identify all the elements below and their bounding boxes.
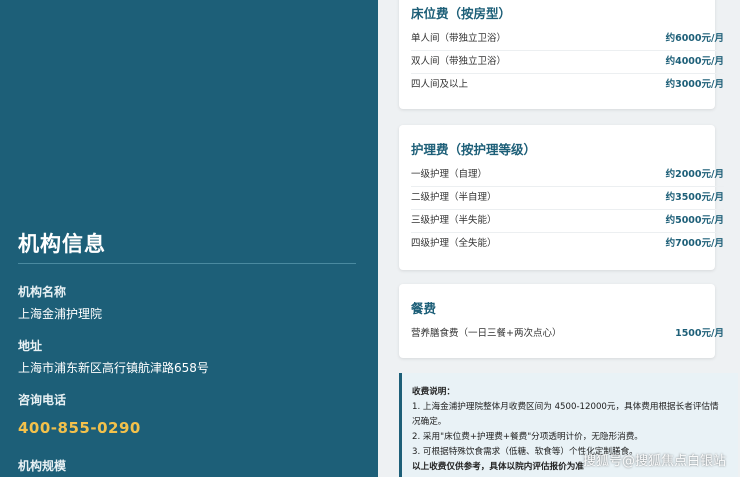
fee-row: 四级护理（全失能） 约7000元/月 <box>411 232 724 255</box>
fee-row: 营养膳食费（一日三餐+两次点心） 1500元/月 <box>411 322 724 345</box>
fee-item-price: 约3000元/月 <box>665 79 724 90</box>
notice-line: 况确定。 <box>412 417 447 427</box>
info-heading: 机构信息 <box>18 232 106 256</box>
name-label: 机构名称 <box>18 285 67 299</box>
notice-disclaimer: 以上收费仅供参考，具体以院内评估报价为准 <box>412 462 584 472</box>
fee-row: 单人间（带独立卫浴） 约6000元/月 <box>411 27 724 51</box>
fee-panel: 床位费（按房型） 单人间（带独立卫浴） 约6000元/月 双人间（带独立卫浴） … <box>378 0 740 477</box>
address-value: 上海市浦东新区高行镇航津路658号 <box>18 361 209 375</box>
fee-row: 四人间及以上 约3000元/月 <box>411 73 724 96</box>
meal-fee-title: 餐费 <box>411 301 437 316</box>
fee-item-price: 约7000元/月 <box>665 238 724 249</box>
fee-item-name: 四级护理（全失能） <box>411 238 497 249</box>
fee-item-price: 1500元/月 <box>675 328 724 339</box>
fee-item-name: 二级护理（半自理） <box>411 192 497 203</box>
notice-line: 2. 采用"床位费+护理费+餐费"分项透明计价，无隐形消费。 <box>412 432 643 442</box>
institution-info-panel: 机构信息 机构名称 上海金浦护理院 地址 上海市浦东新区高行镇航津路658号 咨… <box>0 0 378 477</box>
fee-row: 二级护理（半自理） 约3500元/月 <box>411 186 724 210</box>
fee-item-name: 四人间及以上 <box>411 79 469 90</box>
heading-divider <box>18 263 356 264</box>
fee-row: 双人间（带独立卫浴） 约4000元/月 <box>411 50 724 74</box>
watermark: 搜狐号@搜狐焦点白银站 <box>582 454 726 469</box>
fee-row: 三级护理（半失能） 约5000元/月 <box>411 209 724 233</box>
fee-item-name: 双人间（带独立卫浴） <box>411 56 507 67</box>
fee-row: 一级护理（自理） 约2000元/月 <box>411 163 724 187</box>
fee-item-price: 约3500元/月 <box>665 192 724 203</box>
bed-fee-card: 床位费（按房型） 单人间（带独立卫浴） 约6000元/月 双人间（带独立卫浴） … <box>399 0 724 109</box>
fee-item-price: 约5000元/月 <box>665 215 724 226</box>
fee-item-name: 营养膳食费（一日三餐+两次点心） <box>411 328 562 339</box>
meal-fee-card: 餐费 营养膳食费（一日三餐+两次点心） 1500元/月 <box>399 284 724 358</box>
care-fee-title: 护理费（按护理等级） <box>411 142 537 157</box>
fee-item-name: 单人间（带独立卫浴） <box>411 33 507 44</box>
phone-value[interactable]: 400-855-0290 <box>18 419 141 437</box>
fee-item-price: 约6000元/月 <box>665 33 724 44</box>
notice-line: 1. 上海金浦护理院整体月收费区间为 4500-12000元，具体费用根据长者评… <box>412 402 719 412</box>
fee-item-price: 约2000元/月 <box>665 169 724 180</box>
care-fee-card: 护理费（按护理等级） 一级护理（自理） 约2000元/月 二级护理（半自理） 约… <box>399 125 724 270</box>
phone-label: 咨询电话 <box>18 393 67 407</box>
notice-title: 收费说明： <box>412 387 455 397</box>
fee-item-price: 约4000元/月 <box>665 56 724 67</box>
scale-label: 机构规模 <box>18 459 67 473</box>
fee-item-name: 三级护理（半失能） <box>411 215 497 226</box>
fee-item-name: 一级护理（自理） <box>411 169 488 180</box>
name-value: 上海金浦护理院 <box>18 307 103 321</box>
bed-fee-title: 床位费（按房型） <box>411 6 512 21</box>
address-label: 地址 <box>18 339 43 353</box>
